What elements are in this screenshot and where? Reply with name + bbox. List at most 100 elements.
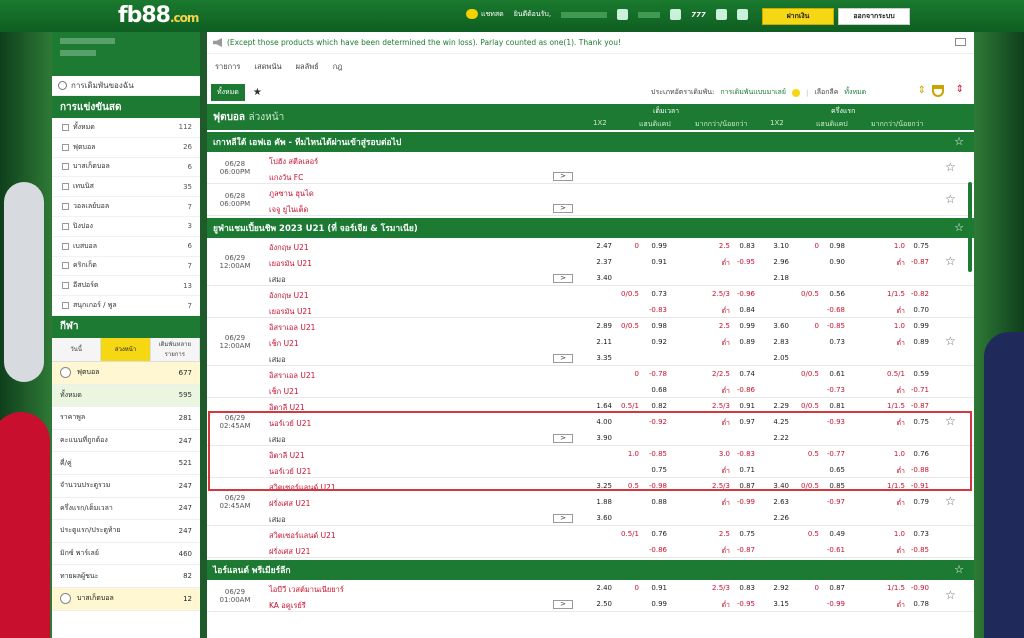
fh-1x2-home[interactable]: 3.40 (759, 482, 789, 490)
away-team[interactable]: เยอรมัน U21 (269, 258, 312, 270)
sport-item[interactable]: คี่/คู่ 521 (52, 452, 200, 475)
checkbox[interactable] (62, 203, 69, 211)
tab-rules[interactable]: กฎ (333, 61, 343, 73)
odds-1x2-home[interactable]: 2.40 (582, 584, 612, 592)
handicap-line[interactable]: 0.5 (609, 482, 639, 490)
handicap-odds-away[interactable]: -0.86 (637, 546, 667, 554)
fh-handicap-odds-away[interactable]: 0.65 (815, 466, 845, 474)
live-category-item[interactable]: เบสบอล 6 (52, 237, 200, 257)
league-favorite-star-icon[interactable]: ☆ (954, 563, 964, 576)
tab-bet-list[interactable]: เสดพนัน (254, 61, 281, 73)
more-markets-button[interactable]: > (553, 204, 573, 213)
away-team[interactable]: KA อคูเรย์รี (269, 600, 306, 612)
odds-1x2-home[interactable]: 2.47 (582, 242, 612, 250)
total-odds-under[interactable]: -0.95 (725, 600, 755, 608)
handicap-odds-away[interactable]: 0.68 (637, 386, 667, 394)
fh-handicap-odds-away[interactable]: 0.90 (815, 258, 845, 266)
odds-1x2-away[interactable]: 2.11 (582, 338, 612, 346)
sport-item[interactable]: ครึ่งแรก/เต็มเวลา 247 (52, 498, 200, 521)
away-team[interactable]: นอร์เวย์ U21 (269, 418, 311, 430)
fh-total-odds-under[interactable]: 0.79 (899, 498, 929, 506)
fh-handicap-odds-away[interactable]: -0.68 (815, 306, 845, 314)
match-favorite-star-icon[interactable]: ☆ (945, 254, 956, 268)
fh-1x2-draw[interactable]: 2.26 (759, 514, 789, 522)
match-favorite-star-icon[interactable]: ☆ (945, 192, 956, 206)
total-odds-over[interactable]: 0.74 (725, 370, 755, 378)
checkbox[interactable] (62, 302, 69, 310)
total-odds-under[interactable]: 0.89 (725, 338, 755, 346)
fh-handicap-odds-home[interactable]: -0.77 (815, 450, 845, 458)
fh-total-odds-over[interactable]: -0.90 (899, 584, 929, 592)
sport-item[interactable]: ทายผลผู้ชนะ 82 (52, 565, 200, 588)
more-markets-button[interactable]: > (553, 600, 573, 609)
away-team[interactable]: แกงวัน FC (269, 172, 303, 184)
fh-handicap-odds-home[interactable]: 0.49 (815, 530, 845, 538)
mail-icon[interactable] (955, 38, 966, 46)
away-team[interactable]: เจจู ยูไนเต็ด (269, 204, 308, 216)
match-favorite-star-icon[interactable]: ☆ (945, 334, 956, 348)
my-bets-link[interactable]: การเดิมพันของฉัน (52, 76, 200, 96)
league-favorite-star-icon[interactable]: ☆ (954, 135, 964, 148)
sport-item[interactable]: ราคาพูล 281 (52, 407, 200, 430)
checkbox[interactable] (62, 222, 69, 230)
fh-total-odds-over[interactable]: 0.59 (899, 370, 929, 378)
fh-handicap-odds-away[interactable]: -0.61 (815, 546, 845, 554)
odds-1x2-draw[interactable]: 3.35 (582, 354, 612, 362)
fh-1x2-draw[interactable]: 2.05 (759, 354, 789, 362)
trophy-icon[interactable] (932, 85, 944, 97)
league-favorite-star-icon[interactable]: ☆ (954, 221, 964, 234)
away-team[interactable]: เช็ก U21 (269, 386, 299, 398)
away-team[interactable]: นอร์เวย์ U21 (269, 466, 311, 478)
checkbox[interactable] (62, 123, 69, 131)
home-team[interactable]: อังกฤษ U21 (269, 242, 309, 254)
total-odds-over[interactable]: 0.91 (725, 402, 755, 410)
slot-badge[interactable]: 777 (691, 11, 706, 19)
match-favorite-star-icon[interactable]: ☆ (945, 494, 956, 508)
total-odds-under[interactable]: -0.87 (725, 546, 755, 554)
home-team[interactable]: โปฮัง สตีลเลอร์ (269, 156, 318, 168)
sport-item[interactable]: ประตูแรก/ประตูท้าย 247 (52, 520, 200, 543)
handicap-odds-home[interactable]: 0.91 (637, 584, 667, 592)
total-odds-over[interactable]: 0.83 (725, 242, 755, 250)
league-header[interactable]: เกาหลีใต้ เอฟเอ คัพ - ทีมไหนได้ผ่านเข้าส… (207, 130, 974, 152)
fh-1x2-home[interactable]: 2.29 (759, 402, 789, 410)
match-favorite-star-icon[interactable]: ☆ (945, 414, 956, 428)
sport-item[interactable]: บาสเก็ตบอล 12 (52, 587, 200, 611)
odds-1x2-away[interactable]: 2.37 (582, 258, 612, 266)
fh-handicap-odds-home[interactable]: 0.56 (815, 290, 845, 298)
handicap-line[interactable]: 0/0.5 (609, 290, 639, 298)
checkbox[interactable] (62, 242, 69, 250)
total-odds-under[interactable]: 0.97 (725, 418, 755, 426)
handicap-odds-home[interactable]: -0.85 (637, 450, 667, 458)
odds-1x2-draw[interactable]: 3.40 (582, 274, 612, 282)
tab-parlay[interactable]: เดิมพันหลายรายการ (150, 337, 200, 361)
live-category-item[interactable]: ปิงปอง 3 (52, 217, 200, 237)
more-markets-button[interactable]: > (553, 274, 573, 283)
live-category-item[interactable]: ทั้งหมด 112 (52, 118, 200, 138)
league-select[interactable]: ทั้งหมด (844, 87, 866, 98)
more-markets-button[interactable]: > (553, 354, 573, 363)
odds-1x2-away[interactable]: 1.88 (582, 498, 612, 506)
sport-item[interactable]: มิกซ์ พาร์เลย์ 460 (52, 543, 200, 566)
sport-item[interactable]: ทั้งหมด 595 (52, 384, 200, 408)
fh-total-odds-over[interactable]: -0.91 (899, 482, 929, 490)
live-category-item[interactable]: วอลเลย์บอล 7 (52, 197, 200, 217)
handicap-odds-home[interactable]: 0.73 (637, 290, 667, 298)
fh-handicap-odds-home[interactable]: 0.81 (815, 402, 845, 410)
live-category-item[interactable]: อีสปอร์ต 13 (52, 276, 200, 297)
tab-early[interactable]: ล่วงหน้า (101, 337, 151, 361)
fh-total-odds-over[interactable]: 0.73 (899, 530, 929, 538)
handicap-line[interactable]: 0.5/1 (609, 402, 639, 410)
handicap-odds-away[interactable]: 0.91 (637, 258, 667, 266)
live-category-item[interactable]: เทนนิส 35 (52, 177, 200, 198)
checkbox[interactable] (62, 163, 69, 171)
odds-1x2-draw[interactable]: 3.60 (582, 514, 612, 522)
checkbox[interactable] (62, 183, 69, 191)
fh-handicap-odds-home[interactable]: 0.85 (815, 482, 845, 490)
logout-button[interactable]: ออกจากระบบ (838, 8, 910, 25)
total-odds-under[interactable]: -0.99 (725, 498, 755, 506)
refresh-icon[interactable] (670, 9, 682, 20)
home-team[interactable]: ไอบีวี เวสต์มานเนียยาร์ (269, 584, 344, 596)
more-markets-button[interactable]: > (553, 434, 573, 443)
tab-results[interactable]: ผลลัพธ์ (296, 61, 319, 73)
